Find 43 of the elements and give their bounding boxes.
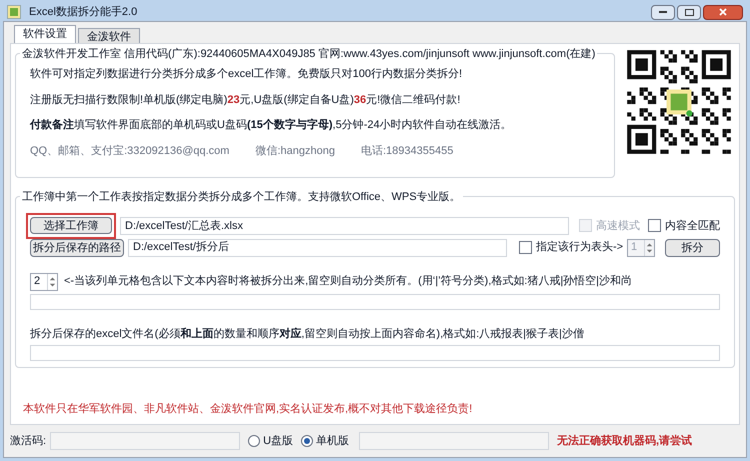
radio-button[interactable] bbox=[301, 435, 314, 447]
filename-hint: 拆分后保存的excel文件名(必须和上面的数量和顺序对应,留空则自动按上面内容命名),格式如:八戒报表|猴子表|沙僧 bbox=[30, 326, 585, 342]
select-workbook-button[interactable]: 选择工作簿 bbox=[30, 217, 112, 234]
column-hint: <-当该列单元格包含以下文本内容时将被拆分出来,留空则自动分类所有。(用‘|’符号分类),格式如:猪八戒|孙悟空|沙和尚 bbox=[64, 274, 632, 290]
checkbox-label: 指定该行为表头-> bbox=[536, 240, 624, 256]
machine-code-field[interactable] bbox=[359, 432, 550, 450]
save-path-field[interactable]: D:/excelTest/拆分后 bbox=[128, 238, 507, 256]
window-title: Excel数据拆分能手2.0 bbox=[29, 4, 138, 20]
minimize-icon bbox=[659, 10, 667, 14]
radio-label: U盘版 bbox=[263, 434, 294, 449]
checkbox[interactable] bbox=[518, 241, 532, 254]
close-button[interactable] bbox=[703, 4, 743, 20]
app-logo-icon bbox=[7, 5, 21, 19]
info-text: 软件可对指定列数据进行分类拆分成多个excel工作簿。免费版只对100行内数据分类拆分! bbox=[30, 66, 464, 82]
info-text: 付款备注填写软件界面底部的单机码或U盘码(15个数字与字母),5分钟-24小时内软件自动在线激活。 bbox=[30, 118, 513, 133]
tab[interactable]: 软件设置 bbox=[14, 25, 76, 43]
maximize-button[interactable] bbox=[677, 4, 701, 20]
column-spinner[interactable]: 2 bbox=[30, 272, 58, 290]
contact-text: 电话:18934355455 bbox=[360, 144, 454, 158]
spinner-arrows-icon[interactable] bbox=[644, 240, 654, 256]
info-text: 注册版无扫描行数限制!单机版(绑定电脑)23元,U盘版(绑定自备U盘)36元!微信二维码付款! bbox=[30, 92, 462, 108]
radio-label: 单机版 bbox=[316, 434, 350, 449]
contact-text: QQ、邮箱、支付宝:332092136@qq.com bbox=[30, 144, 230, 158]
warning-text: 无法正确获取机器码,请尝试 bbox=[557, 434, 692, 449]
group-legend: 金泼软件开发工作室 信用代码(广东):92440605MA4X049J85 官网:www.43yes.com/jinjunsoft www.jinjunsoft.com(在建) bbox=[20, 46, 598, 62]
maximize-icon bbox=[684, 8, 694, 16]
activation-code-field[interactable] bbox=[50, 432, 240, 450]
checkbox-label: 高速模式 bbox=[596, 218, 640, 234]
checkbox-label: 内容全匹配 bbox=[665, 218, 720, 234]
notice-text: 本软件只在华军软件园、非凡软件站、金泼软件官网,实名认证发布,概不对其他下载途径负责! bbox=[23, 402, 474, 417]
tab[interactable]: 金泼软件 bbox=[78, 28, 140, 43]
split-button[interactable]: 拆分 bbox=[665, 238, 720, 256]
close-icon bbox=[719, 8, 727, 16]
minimize-button[interactable] bbox=[651, 4, 675, 20]
spinner-arrows-icon[interactable] bbox=[47, 274, 57, 290]
activation-label: 激活码: bbox=[10, 434, 46, 449]
radio-button[interactable] bbox=[248, 435, 260, 447]
filter-text-field[interactable] bbox=[30, 294, 720, 310]
checkbox[interactable] bbox=[648, 219, 661, 232]
filename-field[interactable] bbox=[30, 345, 720, 361]
contact-text: 微信:hangzhong bbox=[255, 144, 335, 158]
save-path-button[interactable]: 拆分后保存的路径 bbox=[30, 238, 124, 256]
source-path-field[interactable]: D:/excelTest/汇总表.xlsx bbox=[120, 216, 569, 235]
